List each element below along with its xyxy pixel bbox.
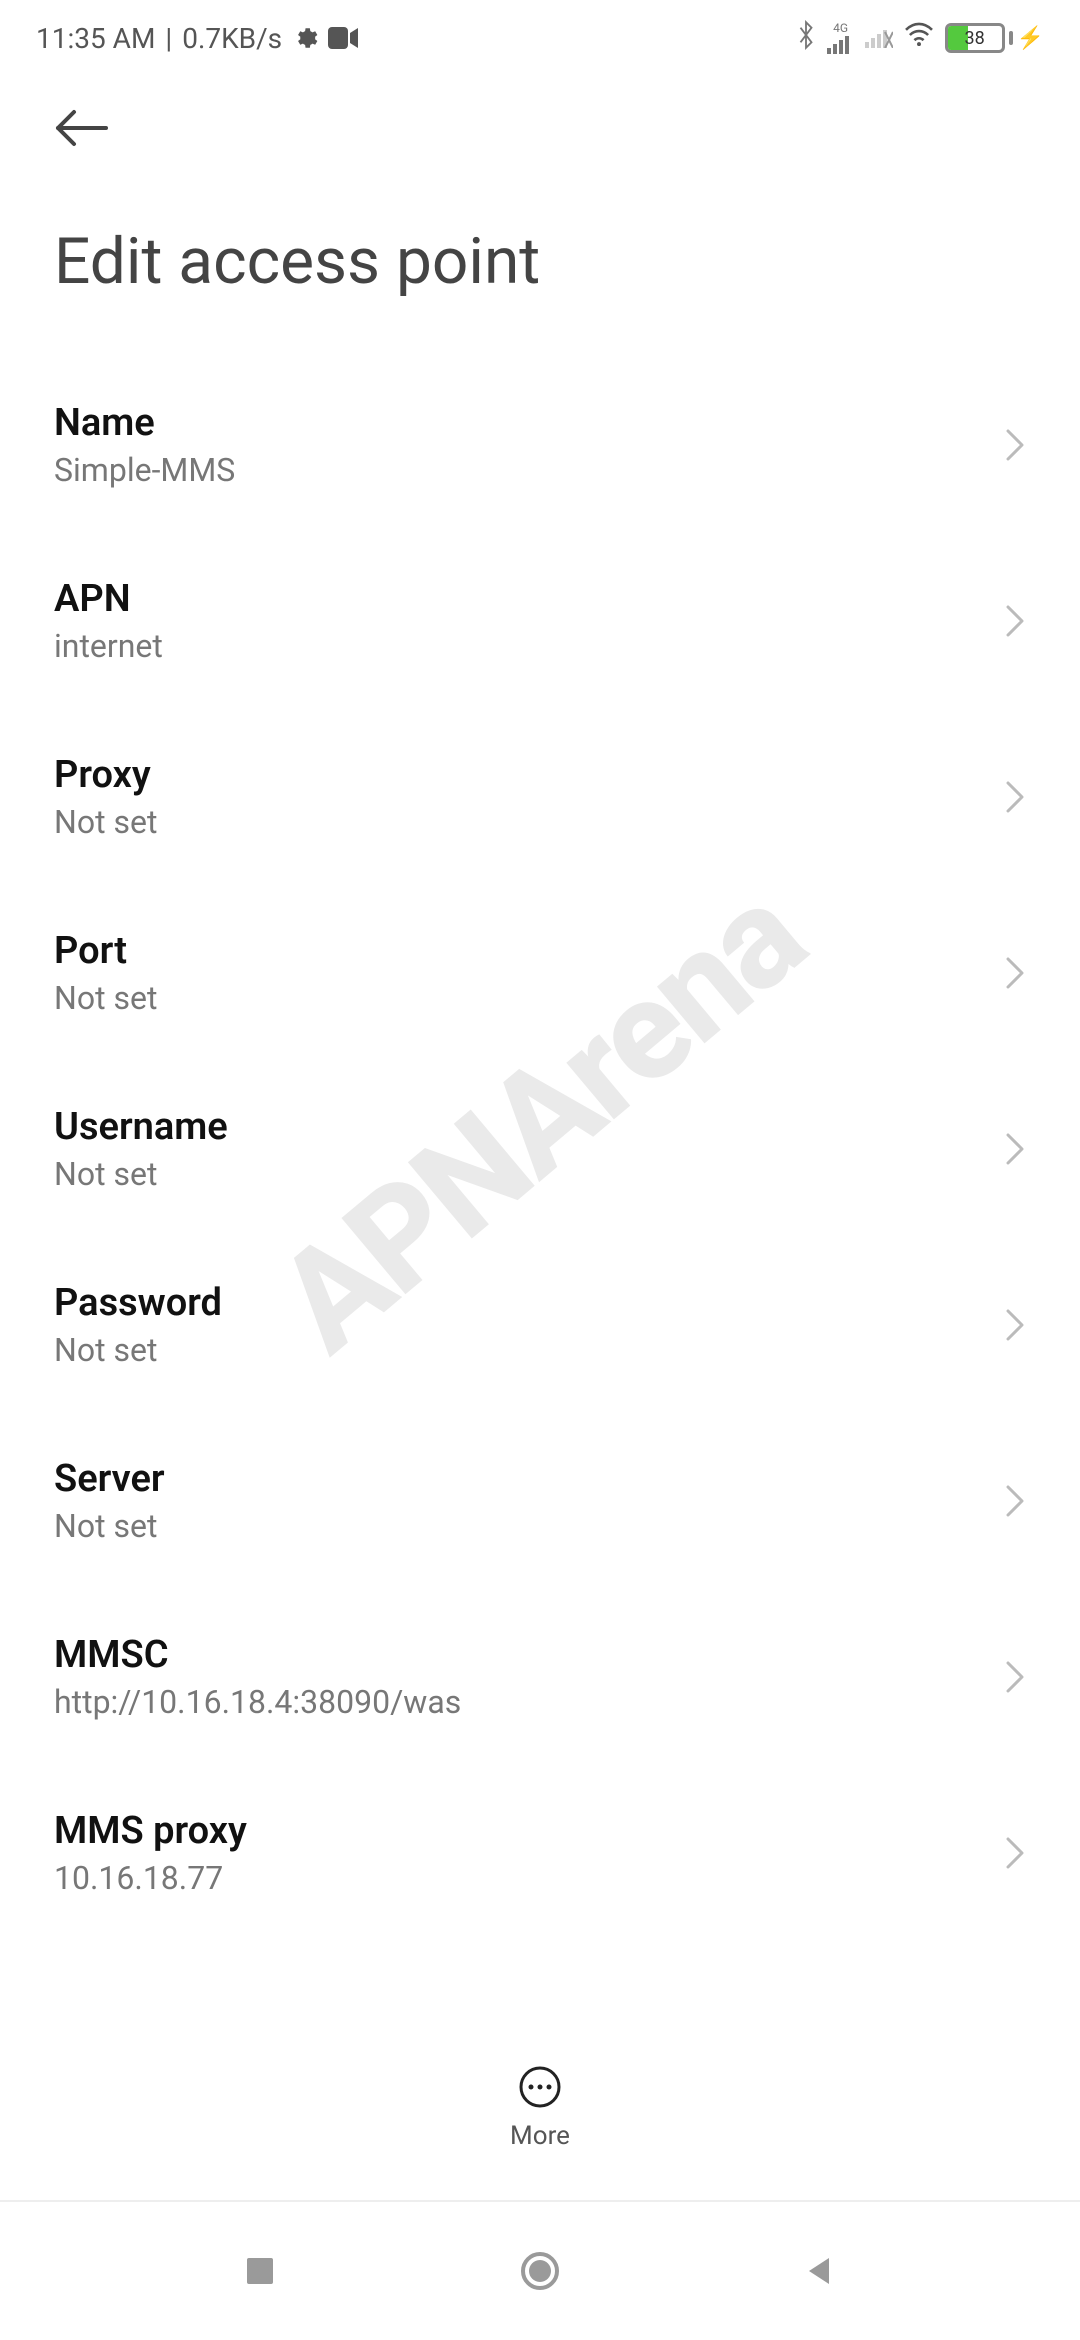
setting-value: Not set xyxy=(54,1155,986,1193)
status-bar: 11:35 AM | 0.7KB/s 4G xyxy=(0,0,1080,76)
battery-percent: 38 xyxy=(948,26,1002,50)
setting-value: Not set xyxy=(54,1331,986,1369)
chevron-right-icon xyxy=(986,427,1026,463)
setting-title: MMSC xyxy=(54,1633,986,1677)
gear-icon xyxy=(292,25,318,51)
camera-icon xyxy=(328,27,358,49)
system-navigation-bar xyxy=(0,2200,1080,2340)
setting-title: Username xyxy=(54,1105,986,1149)
chevron-right-icon xyxy=(986,1659,1026,1695)
setting-row-mmsc[interactable]: MMSC http://10.16.18.4:38090/was xyxy=(54,1589,1026,1765)
nav-recent-button[interactable] xyxy=(230,2241,290,2301)
setting-row-name[interactable]: Name Simple-MMS xyxy=(54,357,1026,533)
setting-row-password[interactable]: Password Not set xyxy=(54,1237,1026,1413)
status-bar-right: 4G 38 ⚡ xyxy=(795,20,1044,57)
setting-value: internet xyxy=(54,627,986,665)
setting-text: Proxy Not set xyxy=(54,753,986,841)
more-label: More xyxy=(510,2121,570,2151)
setting-value: Not set xyxy=(54,979,986,1017)
status-separator: | xyxy=(165,22,172,55)
chevron-right-icon xyxy=(986,1307,1026,1343)
signal-4g-icon: 4G xyxy=(827,22,855,54)
setting-row-port[interactable]: Port Not set xyxy=(54,885,1026,1061)
setting-row-proxy[interactable]: Proxy Not set xyxy=(54,709,1026,885)
chevron-right-icon xyxy=(986,1131,1026,1167)
setting-title: Port xyxy=(54,929,986,973)
chevron-right-icon xyxy=(986,603,1026,639)
settings-list: NameSimple-MMSAPNinternetProxyNot setPor… xyxy=(0,357,1080,1941)
setting-title: APN xyxy=(54,577,986,621)
back-button[interactable] xyxy=(54,98,114,158)
status-bar-left: 11:35 AM | 0.7KB/s xyxy=(36,22,358,55)
setting-text: Port Not set xyxy=(54,929,986,1017)
setting-row-apn[interactable]: APN internet xyxy=(54,533,1026,709)
setting-value: Simple-MMS xyxy=(54,451,986,489)
setting-row-mmsproxy[interactable]: MMS proxy 10.16.18.77 xyxy=(54,1765,1026,1941)
charging-icon: ⚡ xyxy=(1017,26,1044,51)
setting-value: 10.16.18.77 xyxy=(54,1859,986,1897)
setting-title: Password xyxy=(54,1281,986,1325)
setting-title: Server xyxy=(54,1457,986,1501)
setting-text: APN internet xyxy=(54,577,986,665)
setting-text: MMS proxy 10.16.18.77 xyxy=(54,1809,986,1897)
status-time: 11:35 AM xyxy=(36,22,155,55)
chevron-right-icon xyxy=(986,1483,1026,1519)
chevron-right-icon xyxy=(986,1835,1026,1871)
chevron-right-icon xyxy=(986,955,1026,991)
setting-text: Name Simple-MMS xyxy=(54,401,986,489)
setting-text: Password Not set xyxy=(54,1281,986,1369)
page-title: Edit access point xyxy=(54,224,1026,299)
setting-value: Not set xyxy=(54,803,986,841)
setting-text: Server Not set xyxy=(54,1457,986,1545)
setting-text: MMSC http://10.16.18.4:38090/was xyxy=(54,1633,986,1721)
setting-title: MMS proxy xyxy=(54,1809,986,1853)
wifi-icon xyxy=(903,22,935,55)
status-net-speed: 0.7KB/s xyxy=(182,22,282,55)
signal-secondary-icon xyxy=(865,22,893,55)
chevron-right-icon xyxy=(986,779,1026,815)
battery-indicator: 38 ⚡ xyxy=(945,23,1044,53)
setting-text: Username Not set xyxy=(54,1105,986,1193)
setting-value: http://10.16.18.4:38090/was xyxy=(54,1683,986,1721)
nav-back-button[interactable] xyxy=(790,2241,850,2301)
setting-title: Name xyxy=(54,401,986,445)
setting-row-username[interactable]: Username Not set xyxy=(54,1061,1026,1237)
setting-title: Proxy xyxy=(54,753,986,797)
nav-home-button[interactable] xyxy=(510,2241,570,2301)
setting-value: Not set xyxy=(54,1507,986,1545)
more-menu-button[interactable]: More xyxy=(0,2044,1080,2172)
setting-row-server[interactable]: Server Not set xyxy=(54,1413,1026,1589)
bluetooth-icon xyxy=(795,20,817,57)
more-icon xyxy=(518,2065,562,2113)
